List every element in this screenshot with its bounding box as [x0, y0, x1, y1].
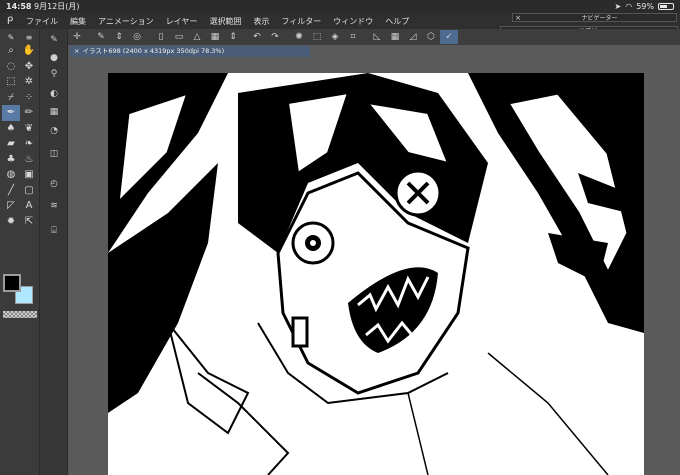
document-tab[interactable]: × イラスト698 (2400 x 4319px 350dpi 78.3%): [70, 46, 310, 57]
frame-icon[interactable]: ▢: [20, 183, 38, 199]
menu-file[interactable]: ファイル: [20, 16, 64, 27]
edit-icon[interactable]: ✎: [92, 30, 110, 44]
lasso-icon[interactable]: ◌: [2, 59, 20, 75]
close-icon[interactable]: ×: [74, 47, 79, 55]
warning-icon[interactable]: △: [188, 30, 206, 44]
command-bar: ✛ ✎ ⇕ ◎ ▯ ▭ △ ▦ ⇕ ↶ ↷ ✺ ⬚ ◈ ⌗ ◺ ▦ ◿ ⬡ ✓: [68, 29, 680, 45]
close-icon[interactable]: ×: [513, 14, 523, 22]
lineart-illustration: [108, 73, 644, 475]
menu-selection[interactable]: 選択範囲: [203, 16, 247, 27]
menu-window[interactable]: ウィンドウ: [327, 16, 379, 27]
menu-view[interactable]: 表示: [247, 16, 275, 27]
menu-animation[interactable]: アニメーション: [92, 16, 160, 27]
crop-icon[interactable]: ⌗: [344, 30, 362, 44]
clip-studio-logo-icon[interactable]: ᑭ: [0, 16, 20, 27]
new-file-icon[interactable]: ▯: [152, 30, 170, 44]
grid-icon[interactable]: ▦: [386, 30, 404, 44]
menu-filter[interactable]: フィルター: [275, 16, 327, 27]
color-set-icon[interactable]: ▦: [45, 105, 63, 119]
eyedropper-icon[interactable]: ⌿: [2, 90, 20, 106]
drawing-canvas[interactable]: [108, 73, 644, 475]
check-icon[interactable]: ✓: [440, 30, 458, 44]
redo-icon[interactable]: ↷: [266, 30, 284, 44]
timeline-icon[interactable]: ⌸: [45, 224, 63, 238]
deselect-icon[interactable]: ⬚: [308, 30, 326, 44]
material-icon[interactable]: ◫: [45, 147, 63, 161]
palette-bar: ✎ ● ⚲ ◐ ▦ ◔ ◫ ◴ ≋ ⌸: [40, 29, 68, 475]
move-icon[interactable]: ✥: [20, 59, 38, 75]
effect-icon[interactable]: ✹: [2, 214, 20, 230]
subtool-icon[interactable]: ✎: [45, 33, 63, 47]
menu-help[interactable]: ヘルプ: [379, 16, 415, 27]
undo-icon[interactable]: ↶: [248, 30, 266, 44]
bucket-icon[interactable]: ◈: [326, 30, 344, 44]
status-time: 14:58: [6, 2, 32, 11]
status-right: ➤ ◠ 59%: [615, 0, 674, 13]
tool-grid: ⌕ ✋ ◌ ✥ ⬚ ✲ ⌿ ⁘ ✒ ✏ ♠ ❦ ▰ ❧ ♣ ♨ ◍ ▣ ╱ ▢ …: [2, 43, 38, 229]
loading-icon[interactable]: ✺: [290, 30, 308, 44]
snap-icon[interactable]: ◿: [404, 30, 422, 44]
text-icon[interactable]: A: [20, 198, 38, 214]
water-icon[interactable]: ♨: [20, 152, 38, 168]
blend-icon[interactable]: ❧: [20, 136, 38, 152]
smudge-icon[interactable]: ♣: [2, 152, 20, 168]
color-history-icon[interactable]: ◔: [45, 124, 63, 138]
pen-icon[interactable]: ✒: [2, 105, 20, 121]
transparent-color-swatch[interactable]: [3, 311, 37, 318]
wifi-icon: ◠: [625, 2, 633, 11]
fill-icon[interactable]: ▦: [206, 30, 224, 44]
main-color-swatch[interactable]: [3, 274, 21, 292]
menu-edit[interactable]: 編集: [64, 16, 92, 27]
ruler-icon[interactable]: ◺: [368, 30, 386, 44]
layers-icon[interactable]: ≋: [45, 199, 63, 213]
tool-palette: ✎ ≡ ⌕ ✋ ◌ ✥ ⬚ ✲ ⌿ ⁘ ✒ ✏ ♠ ❦ ▰ ❧ ♣ ♨ ◍ ▣ …: [0, 29, 40, 475]
gradient-icon[interactable]: ▣: [20, 167, 38, 183]
tool-property-icon[interactable]: ⚲: [45, 67, 63, 81]
battery-percent: 59%: [636, 2, 654, 11]
status-bar: 14:58 9月12日(月) ➤ ◠ 59%: [0, 0, 680, 13]
airbrush-icon[interactable]: ❦: [20, 121, 38, 137]
magic-wand-icon[interactable]: ✲: [20, 74, 38, 90]
spray-icon[interactable]: ⁘: [20, 90, 38, 106]
zoom-icon[interactable]: ⌕: [2, 43, 20, 59]
fill-bucket-icon[interactable]: ◍: [2, 167, 20, 183]
object-icon[interactable]: ⇱: [20, 214, 38, 230]
navigator-palette[interactable]: × ナビゲーター: [512, 13, 677, 22]
move-layer-icon[interactable]: ✛: [68, 30, 86, 44]
hand-icon[interactable]: ✋: [20, 43, 38, 59]
brush-size-icon[interactable]: ●: [45, 51, 63, 65]
layer-icon[interactable]: ▭: [170, 30, 188, 44]
selection-icon[interactable]: ⬚: [2, 74, 20, 90]
line-icon[interactable]: ╱: [2, 183, 20, 199]
eraser-icon[interactable]: ▰: [2, 136, 20, 152]
stepper-icon[interactable]: ⇕: [224, 30, 242, 44]
menu-layer[interactable]: レイヤー: [160, 16, 204, 27]
ruler-tool-icon[interactable]: ◸: [2, 198, 20, 214]
brush-icon[interactable]: ♠: [2, 121, 20, 137]
spin-icon[interactable]: ⇕: [110, 30, 128, 44]
record-icon[interactable]: ◎: [128, 30, 146, 44]
document-tab-title: イラスト698 (2400 x 4319px 350dpi 78.3%): [82, 47, 225, 55]
pencil-icon[interactable]: ✏: [20, 105, 38, 121]
battery-icon: [658, 3, 674, 10]
layer-property-icon[interactable]: ◴: [45, 177, 63, 191]
location-icon: ➤: [614, 2, 622, 11]
perspective-icon[interactable]: ⬡: [422, 30, 440, 44]
color-wheel-icon[interactable]: ◐: [45, 87, 63, 101]
status-date: 9月12日(月): [34, 2, 80, 11]
navigator-title: ナビゲーター: [581, 15, 618, 22]
